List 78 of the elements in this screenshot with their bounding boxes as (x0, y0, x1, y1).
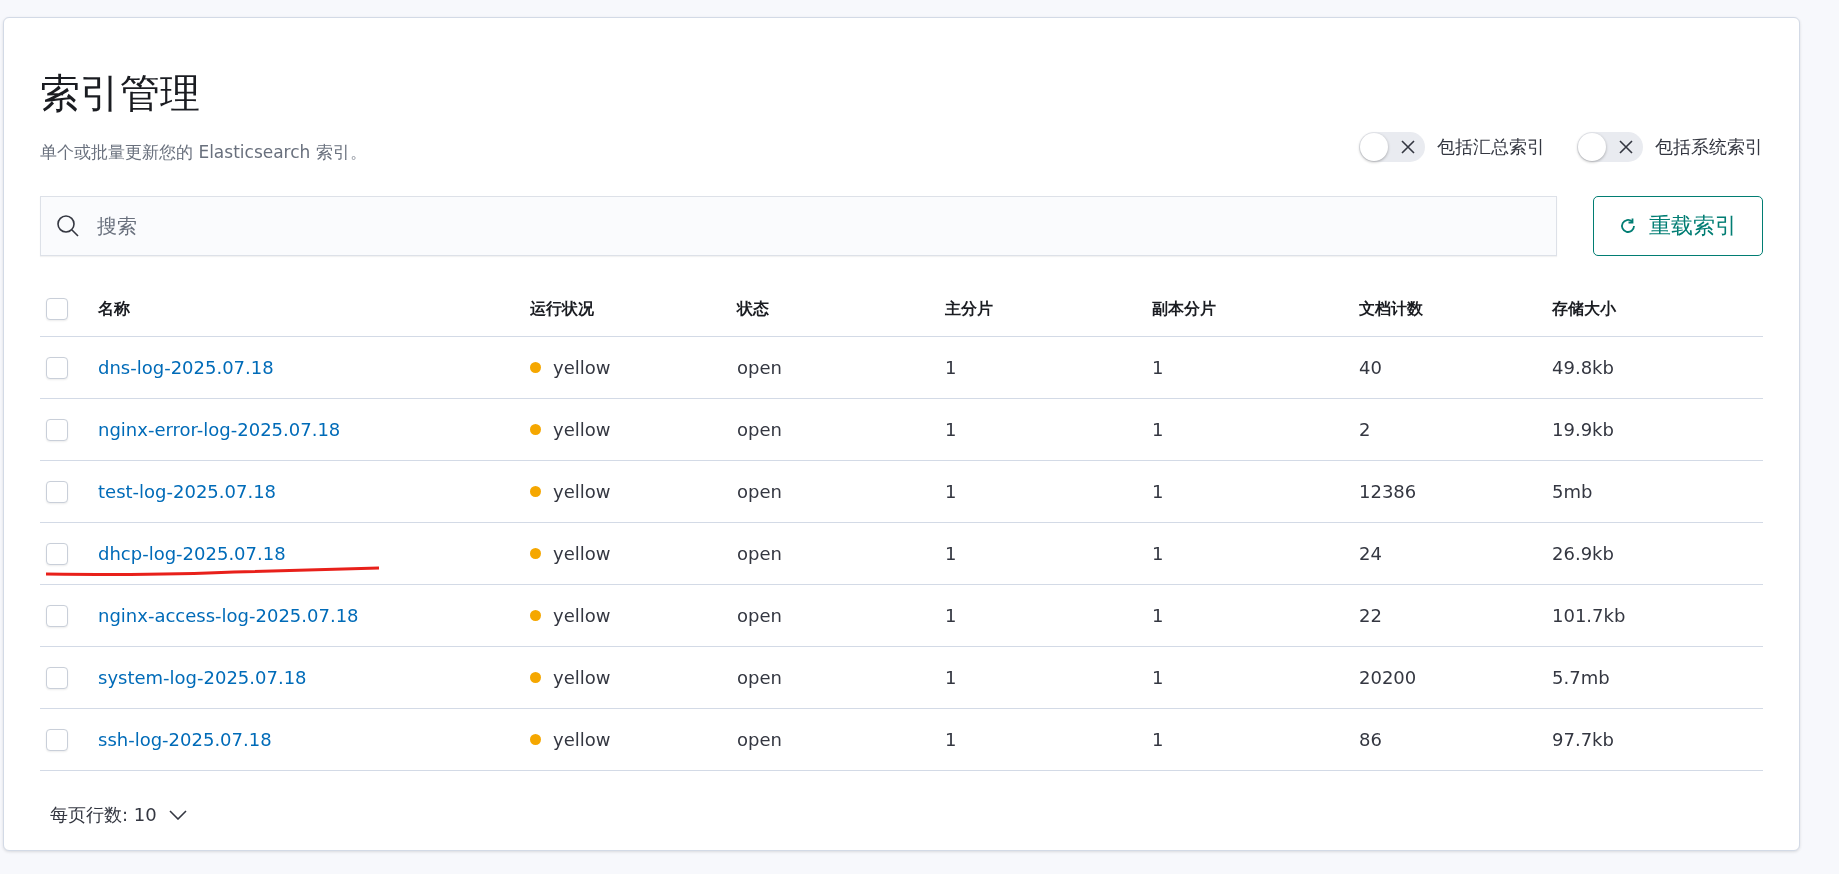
chevron-down-icon (168, 810, 187, 820)
toggle-switch[interactable] (1577, 132, 1643, 162)
close-icon (1401, 140, 1415, 154)
search-icon (56, 214, 80, 238)
table-cell-text: 2 (1359, 419, 1372, 440)
checkbox[interactable] (46, 418, 68, 441)
column-header[interactable]: 名称 (98, 298, 530, 320)
reload-button[interactable]: 重载索引 (1593, 196, 1763, 256)
table-cell-text: 1 (945, 667, 958, 688)
table-cell-text: 1 (1152, 419, 1165, 440)
table-cell-text: 1 (1152, 357, 1165, 378)
refresh-icon (1619, 217, 1637, 235)
table-cell-text: open (737, 729, 783, 750)
index-name-link[interactable]: dhcp-log-2025.07.18 (98, 543, 530, 564)
index-name-link[interactable]: test-log-2025.07.18 (98, 481, 530, 502)
page-title: 索引管理 (40, 69, 201, 118)
table-cell-text: 1 (1152, 481, 1165, 502)
column-header[interactable]: 存储大小 (1552, 298, 1763, 320)
table-cell: yellow (553, 543, 611, 564)
table-cell-text: 26.9kb (1552, 543, 1615, 564)
column-header[interactable]: 状态 (737, 298, 945, 320)
close-icon (1619, 140, 1633, 154)
checkbox[interactable] (46, 480, 68, 503)
checkbox[interactable] (46, 728, 68, 751)
index-name-link[interactable]: nginx-error-log-2025.07.18 (98, 419, 530, 440)
column-header[interactable]: 文档计数 (1359, 298, 1552, 320)
checkbox[interactable] (46, 666, 68, 689)
table-cell: yellow (553, 357, 611, 378)
toggle-label: 包括系统索引 (1655, 135, 1763, 159)
table-cell-text: open (737, 419, 783, 440)
checkbox[interactable] (46, 542, 68, 565)
table-cell-text: 1 (945, 357, 958, 378)
column-header[interactable]: 副本分片 (1152, 298, 1359, 320)
checkbox[interactable] (46, 356, 68, 379)
index-name-link[interactable]: system-log-2025.07.18 (98, 667, 530, 688)
table-cell-text: 1 (945, 729, 958, 750)
table-cell: yellow (553, 729, 611, 750)
table-cell-text: 12386 (1359, 481, 1418, 502)
table-cell-text: 97.7kb (1552, 729, 1615, 750)
table-cell-text: open (737, 481, 783, 502)
checkbox[interactable] (46, 298, 68, 320)
index-name-link[interactable]: ssh-log-2025.07.18 (98, 729, 530, 750)
table-cell-text: 1 (945, 481, 958, 502)
table-cell-text: open (737, 667, 783, 688)
table-cell-text: 5mb (1552, 481, 1594, 502)
table-cell: yellow (553, 481, 611, 502)
table-cell-text: 1 (1152, 729, 1165, 750)
table-cell-text: 40 (1359, 357, 1383, 378)
table-cell-text: 101.7kb (1552, 605, 1627, 626)
table-cell-text: 20200 (1359, 667, 1418, 688)
column-header[interactable]: 主分片 (945, 298, 1152, 320)
table-cell-text: open (737, 605, 783, 626)
table-cell-text: 1 (1152, 605, 1165, 626)
table-cell-text: 1 (945, 543, 958, 564)
table-cell: yellow (553, 667, 611, 688)
toggle-label: 包括汇总索引 (1437, 135, 1545, 159)
index-name-link[interactable]: dns-log-2025.07.18 (98, 357, 530, 378)
column-header[interactable]: 运行状况 (530, 298, 737, 320)
index-name-link[interactable]: nginx-access-log-2025.07.18 (98, 605, 530, 626)
table-cell-text: open (737, 357, 783, 378)
table-cell-text: 1 (945, 419, 958, 440)
table-cell-text: 1 (1152, 543, 1165, 564)
checkbox[interactable] (46, 604, 68, 627)
table-cell: yellow (553, 605, 611, 626)
table-cell-text: 19.9kb (1552, 419, 1615, 440)
table-cell-text: 5.7mb (1552, 667, 1611, 688)
table-cell-text: 24 (1359, 543, 1383, 564)
table-cell-text: 22 (1359, 605, 1383, 626)
page-description: 单个或批量更新您的 Elasticsearch 索引。 (40, 141, 367, 164)
table-cell-text: 1 (1152, 667, 1165, 688)
table-cell-text: open (737, 543, 783, 564)
search-field[interactable]: 搜索 (40, 196, 1557, 256)
rows-per-page-button[interactable]: 每页行数: 10 (40, 795, 197, 835)
toggle-switch[interactable] (1359, 132, 1425, 162)
table-cell-text: 86 (1359, 729, 1383, 750)
table-cell-text: 49.8kb (1552, 357, 1615, 378)
table-cell-text: 1 (945, 605, 958, 626)
table-cell: yellow (553, 419, 611, 440)
